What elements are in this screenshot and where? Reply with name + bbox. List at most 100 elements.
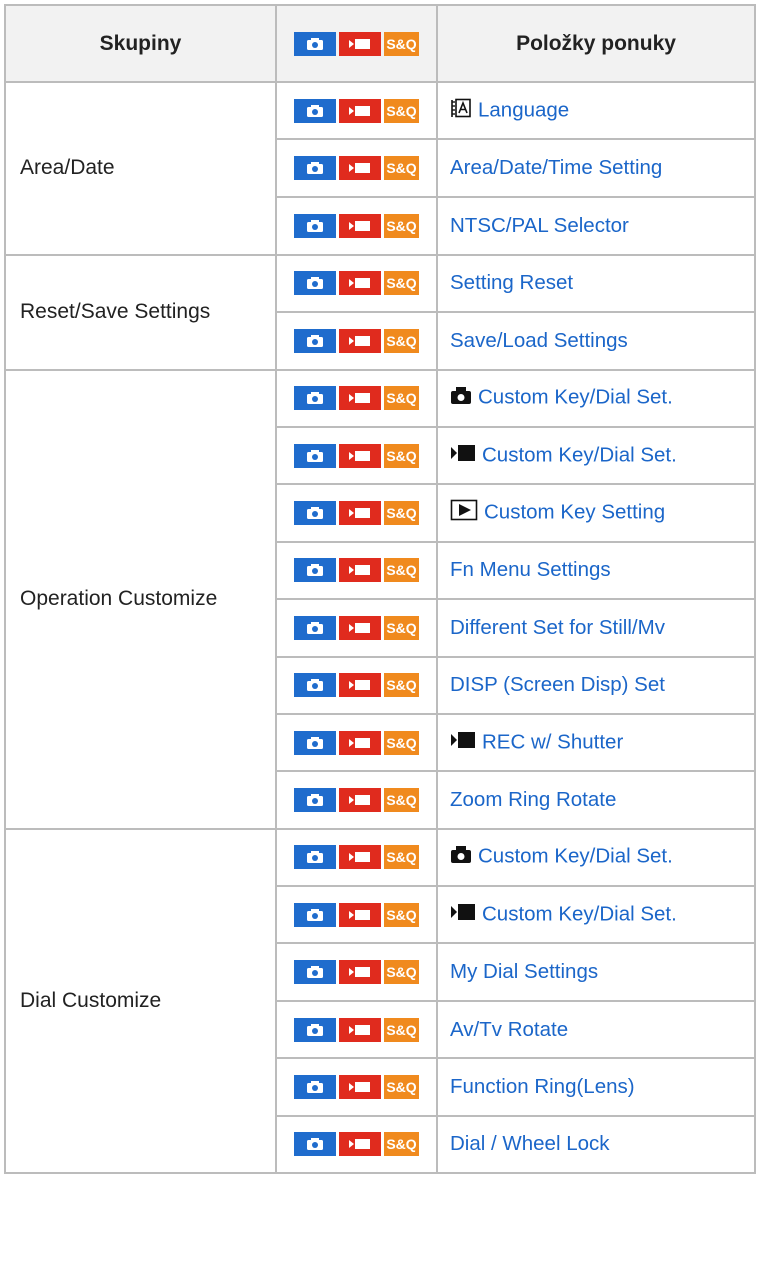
photo-mode-icon xyxy=(294,960,336,985)
menu-item-cell: NTSC/PAL Selector xyxy=(436,196,756,256)
movie-mode-icon xyxy=(339,156,381,181)
menu-item-link[interactable]: Setting Reset xyxy=(450,271,573,294)
menu-item-cell: Save/Load Settings xyxy=(436,311,756,371)
movie-mode-icon xyxy=(339,98,381,123)
menu-item-link[interactable]: Dial / Wheel Lock xyxy=(450,1132,610,1155)
menu-item-link[interactable]: Av/Tv Rotate xyxy=(450,1018,568,1041)
movie-mode-icon xyxy=(339,501,381,526)
header-modes: S&Q xyxy=(275,4,438,83)
movie-mode-icon xyxy=(339,443,381,468)
movie-mode-icon xyxy=(339,615,381,640)
mode-cell: S&Q xyxy=(275,80,438,141)
menu-item-cell: Fn Menu Settings xyxy=(436,540,756,601)
mode-cell: S&Q xyxy=(275,770,438,830)
menu-item-cell: Function Ring(Lens) xyxy=(436,1057,756,1117)
movie-icon xyxy=(450,443,476,469)
photo-mode-icon xyxy=(294,787,336,812)
group-name: Dial Customize xyxy=(4,827,277,1175)
movie-mode-icon xyxy=(339,271,381,296)
sq-mode-badge: S&Q xyxy=(384,443,419,468)
mode-badges: S&Q xyxy=(294,31,419,56)
movie-mode-icon xyxy=(339,386,381,411)
mode-badges: S&Q xyxy=(294,386,419,411)
menu-item-link[interactable]: Save/Load Settings xyxy=(450,329,628,352)
mode-cell: S&Q xyxy=(275,655,438,715)
table-row: Reset/Save Settings S&Q Setting Reset xyxy=(4,253,756,371)
menu-item-cell: Language xyxy=(436,80,756,141)
mode-badges: S&Q xyxy=(294,1074,419,1099)
menu-item-cell: Zoom Ring Rotate xyxy=(436,770,756,830)
photo-mode-icon xyxy=(294,271,336,296)
menu-item-link[interactable]: Area/Date/Time Setting xyxy=(450,156,662,179)
mode-cell: S&Q xyxy=(275,425,438,486)
menu-item-cell: Custom Key Setting xyxy=(436,483,756,543)
movie-icon xyxy=(450,730,476,756)
menu-item-link[interactable]: My Dial Settings xyxy=(450,960,598,983)
sq-mode-badge: S&Q xyxy=(384,1017,419,1042)
menu-item-link[interactable]: Function Ring(Lens) xyxy=(450,1075,635,1098)
sq-mode-badge: S&Q xyxy=(384,615,419,640)
mode-badges: S&Q xyxy=(294,845,419,870)
group-name: Reset/Save Settings xyxy=(4,253,277,371)
header-menu-items: Položky ponuky xyxy=(436,4,756,83)
sq-mode-badge: S&Q xyxy=(384,98,419,123)
menu-item-link[interactable]: Custom Key/Dial Set. xyxy=(478,845,673,868)
menu-item-link[interactable]: Custom Key/Dial Set. xyxy=(482,902,677,925)
mode-badges: S&Q xyxy=(294,902,419,927)
photo-mode-icon xyxy=(294,386,336,411)
mode-badges: S&Q xyxy=(294,443,419,468)
mode-cell: S&Q xyxy=(275,138,438,199)
mode-badges: S&Q xyxy=(294,501,419,526)
menu-item-link[interactable]: DISP (Screen Disp) Set xyxy=(450,673,665,696)
menu-item-link[interactable]: Language xyxy=(478,98,569,121)
menu-table: Skupiny S&Q Položky ponuky Area/Date S&Q L… xyxy=(4,4,756,1175)
sq-mode-badge: S&Q xyxy=(384,328,419,353)
sq-mode-badge: S&Q xyxy=(384,1074,419,1099)
menu-item-link[interactable]: Custom Key/Dial Set. xyxy=(478,386,673,409)
photo-mode-icon xyxy=(294,1132,336,1157)
sq-mode-badge: S&Q xyxy=(384,386,419,411)
playback-icon xyxy=(450,499,478,527)
mode-badges: S&Q xyxy=(294,787,419,812)
photo-mode-icon xyxy=(294,98,336,123)
menu-item-link[interactable]: Zoom Ring Rotate xyxy=(450,788,616,811)
menu-item-cell: Area/Date/Time Setting xyxy=(436,138,756,199)
mode-badges: S&Q xyxy=(294,673,419,698)
mode-badges: S&Q xyxy=(294,156,419,181)
mode-cell: S&Q xyxy=(275,712,438,773)
movie-mode-icon xyxy=(339,558,381,583)
still-camera-icon xyxy=(450,385,472,411)
mode-cell: S&Q xyxy=(275,540,438,601)
menu-item-link[interactable]: NTSC/PAL Selector xyxy=(450,214,629,237)
movie-mode-icon xyxy=(339,730,381,755)
menu-item-link[interactable]: Different Set for Still/Mv xyxy=(450,616,665,639)
mode-cell: S&Q xyxy=(275,368,438,428)
sq-mode-badge: S&Q xyxy=(384,673,419,698)
mode-badges: S&Q xyxy=(294,1017,419,1042)
movie-mode-icon xyxy=(339,1017,381,1042)
menu-item-link[interactable]: REC w/ Shutter xyxy=(482,730,623,753)
menu-item-cell: DISP (Screen Disp) Set xyxy=(436,655,756,715)
sq-mode-badge: S&Q xyxy=(384,1132,419,1157)
mode-cell: S&Q xyxy=(275,196,438,256)
photo-mode-icon xyxy=(294,845,336,870)
sq-mode-badge: S&Q xyxy=(384,787,419,812)
menu-item-link[interactable]: Fn Menu Settings xyxy=(450,558,611,581)
table-row: Dial Customize S&Q Custom Key/Dial Set. xyxy=(4,827,756,1175)
menu-item-cell: Custom Key/Dial Set. xyxy=(436,885,756,945)
mode-cell: S&Q xyxy=(275,1114,438,1175)
photo-mode-icon xyxy=(294,1074,336,1099)
sq-mode-badge: S&Q xyxy=(384,730,419,755)
menu-item-link[interactable]: Custom Key/Dial Set. xyxy=(482,443,677,466)
movie-mode-icon xyxy=(339,845,381,870)
menu-item-cell: Custom Key/Dial Set. xyxy=(436,827,756,888)
movie-mode-icon xyxy=(339,902,381,927)
photo-mode-icon xyxy=(294,328,336,353)
menu-item-cell: Custom Key/Dial Set. xyxy=(436,425,756,486)
table-row: Area/Date S&Q Language xyxy=(4,80,756,256)
photo-mode-icon xyxy=(294,156,336,181)
mode-cell: S&Q xyxy=(275,1057,438,1117)
menu-item-link[interactable]: Custom Key Setting xyxy=(484,500,665,523)
movie-mode-icon xyxy=(339,673,381,698)
menu-item-cell: Setting Reset xyxy=(436,253,756,314)
